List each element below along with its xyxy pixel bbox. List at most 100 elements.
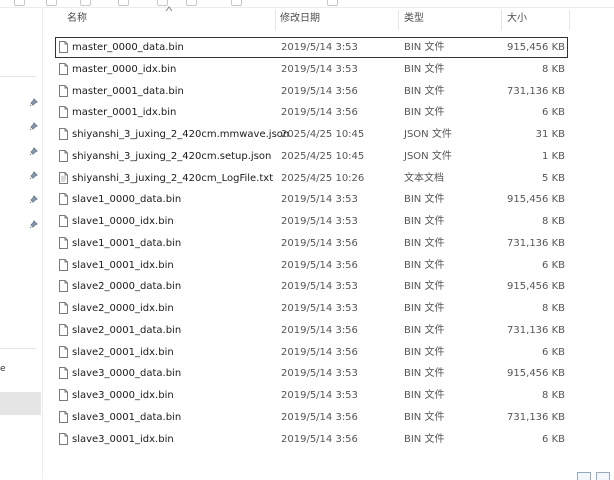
toolbar-strip — [0, 0, 614, 8]
file-size: 915,456 KB — [507, 194, 565, 206]
rename-icon[interactable] — [231, 0, 242, 6]
nav-item-selected[interactable] — [0, 392, 41, 415]
file-name: slave2_0001_idx.bin — [72, 346, 174, 358]
table-row[interactable]: slave3_0001_idx.bin 2019/5/14 3:56 BIN 文件 6… — [55, 429, 568, 450]
file-icon — [59, 149, 68, 162]
column-type[interactable]: 类型 — [404, 8, 424, 30]
file-size: 6 KB — [542, 259, 565, 271]
file-icon — [59, 41, 68, 53]
file-icon — [59, 84, 68, 97]
column-divider[interactable] — [501, 10, 502, 30]
file-icon — [59, 236, 68, 249]
file-size: 731,136 KB — [507, 85, 565, 97]
table-row[interactable]: slave2_0001_data.bin 2019/5/14 3:56 BIN 文件… — [55, 320, 568, 341]
file-type: BIN 文件 — [404, 85, 445, 97]
file-type: BIN 文件 — [404, 107, 445, 119]
table-row[interactable]: slave3_0001_data.bin 2019/5/14 3:56 BIN 文件… — [55, 407, 568, 428]
file-type: BIN 文件 — [404, 216, 445, 227]
back-icon[interactable] — [14, 0, 25, 6]
file-name: slave3_0001_data.bin — [72, 411, 182, 423]
table-row[interactable]: shiyanshi_3_juxing_2_420cm.mmwave.json 20… — [55, 124, 568, 145]
table-row[interactable]: slave1_0001_idx.bin 2019/5/14 3:56 BIN 文件 6… — [55, 255, 568, 276]
pin-icon[interactable] — [29, 171, 38, 180]
file-name: master_0001_data.bin — [72, 85, 184, 97]
table-row[interactable]: master_0001_data.bin 2019/5/14 3:56 BIN 文件… — [55, 81, 568, 102]
file-name: master_0000_data.bin — [72, 42, 184, 53]
table-row[interactable]: shiyanshi_3_juxing_2_420cm.setup.json 202… — [55, 146, 568, 167]
file-date: 2019/5/14 3:56 — [281, 411, 358, 423]
table-row[interactable]: slave3_0000_idx.bin 2019/5/14 3:53 BIN 文件 8… — [55, 385, 568, 406]
column-divider[interactable] — [398, 10, 399, 30]
table-row[interactable]: shiyanshi_3_juxing_2_420cm_LogFile.txt 20… — [55, 168, 568, 189]
column-header: 名称 修改日期 类型 大小 — [43, 6, 614, 30]
pin-icon[interactable] — [29, 98, 38, 107]
file-icon — [59, 367, 68, 380]
file-date: 2025/4/25 10:26 — [281, 172, 365, 184]
text-file-icon — [59, 171, 68, 184]
nav-item-truncated[interactable]: e — [0, 364, 6, 374]
file-icon — [59, 258, 68, 271]
file-size: 8 KB — [542, 63, 565, 75]
file-name: slave3_0000_idx.bin — [72, 390, 174, 401]
file-icon — [59, 193, 68, 206]
file-size: 8 KB — [542, 216, 565, 227]
file-size: 731,136 KB — [507, 324, 565, 336]
file-type: BIN 文件 — [404, 411, 445, 423]
file-type: BIN 文件 — [404, 63, 445, 75]
file-date: 2025/4/25 10:45 — [281, 129, 365, 140]
table-row[interactable]: slave1_0001_data.bin 2019/5/14 3:56 BIN 文件… — [55, 233, 568, 254]
file-icon — [59, 215, 68, 227]
file-type: BIN 文件 — [404, 303, 445, 314]
pin-icon[interactable] — [29, 122, 38, 131]
file-date: 2019/5/14 3:56 — [281, 346, 358, 358]
table-row[interactable]: slave2_0000_data.bin 2019/5/14 3:53 BIN 文件… — [55, 276, 568, 297]
file-type: BIN 文件 — [404, 259, 445, 271]
table-row[interactable]: slave1_0000_data.bin 2019/5/14 3:53 BIN 文件… — [55, 189, 568, 210]
pin-icon[interactable] — [29, 195, 38, 204]
file-size: 915,456 KB — [507, 42, 565, 53]
file-type: BIN 文件 — [404, 237, 445, 249]
column-divider[interactable] — [569, 10, 570, 30]
file-size: 8 KB — [542, 303, 565, 314]
file-name: slave3_0001_idx.bin — [72, 433, 174, 445]
file-name: slave1_0000_data.bin — [72, 194, 182, 206]
delete-icon[interactable] — [186, 0, 197, 6]
column-name[interactable]: 名称 — [67, 8, 87, 30]
file-date: 2019/5/14 3:53 — [281, 194, 358, 206]
file-name: slave2_0000_data.bin — [72, 281, 182, 293]
file-size: 5 KB — [542, 172, 565, 184]
file-date: 2019/5/14 3:56 — [281, 259, 358, 271]
column-date[interactable]: 修改日期 — [280, 8, 320, 30]
file-type: BIN 文件 — [404, 390, 445, 401]
forward-icon[interactable] — [46, 0, 57, 6]
dropdown-icon[interactable] — [327, 0, 338, 6]
table-row[interactable]: slave2_0001_idx.bin 2019/5/14 3:56 BIN 文件 6… — [55, 342, 568, 363]
copy-icon[interactable] — [80, 0, 91, 6]
file-name: shiyanshi_3_juxing_2_420cm.mmwave.json — [72, 129, 290, 140]
table-row[interactable]: slave2_0000_idx.bin 2019/5/14 3:53 BIN 文件 8… — [55, 298, 568, 319]
file-size: 1 KB — [542, 150, 565, 162]
file-type: JSON 文件 — [404, 129, 452, 140]
paste-icon[interactable] — [118, 0, 129, 6]
file-type: BIN 文件 — [404, 433, 445, 445]
column-divider[interactable] — [275, 10, 276, 30]
file-date: 2025/4/25 10:45 — [281, 150, 365, 162]
table-row[interactable]: slave3_0000_data.bin 2019/5/14 3:53 BIN 文件… — [55, 363, 568, 384]
pin-icon[interactable] — [29, 220, 38, 229]
file-type: BIN 文件 — [404, 281, 445, 293]
file-date: 2019/5/14 3:53 — [281, 368, 358, 380]
file-name: slave2_0001_data.bin — [72, 324, 182, 336]
table-row[interactable]: slave1_0000_idx.bin 2019/5/14 3:53 BIN 文件 8… — [55, 211, 568, 232]
table-row[interactable]: master_0001_idx.bin 2019/5/14 3:56 BIN 文件 6… — [55, 102, 568, 123]
file-date: 2019/5/14 3:53 — [281, 281, 358, 293]
file-size: 915,456 KB — [507, 281, 565, 293]
file-icon — [59, 106, 68, 119]
file-size: 6 KB — [542, 346, 565, 358]
file-date: 2019/5/14 3:53 — [281, 303, 358, 314]
file-name: slave1_0001_idx.bin — [72, 259, 174, 271]
column-size[interactable]: 大小 — [507, 8, 527, 30]
table-row[interactable]: master_0000_data.bin 2019/5/14 3:53 BIN 文件… — [55, 37, 568, 58]
table-row[interactable]: master_0000_idx.bin 2019/5/14 3:53 BIN 文件 8… — [55, 59, 568, 80]
file-icon — [59, 280, 68, 293]
pin-icon[interactable] — [29, 147, 38, 156]
